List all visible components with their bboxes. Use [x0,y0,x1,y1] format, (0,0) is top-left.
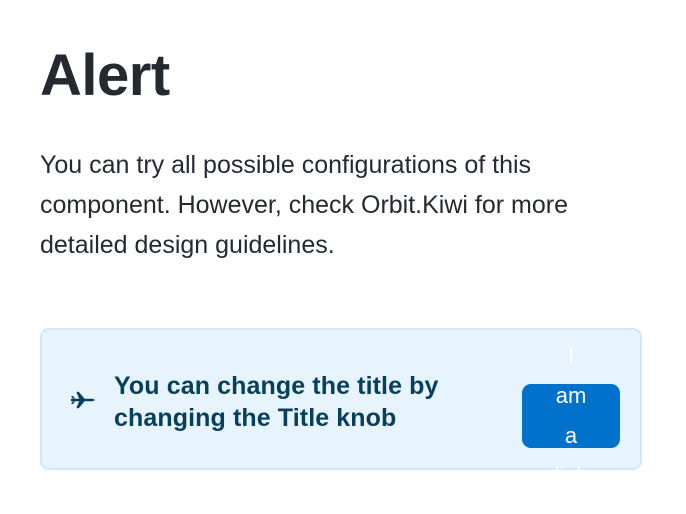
page-title: Alert [40,43,170,108]
page-description: You can try all possible configurations … [40,151,568,259]
airplane-icon [70,391,96,409]
alert-link-label: I am a link [554,343,588,488]
alert-title: You can change the title by changing the… [114,372,439,432]
alert-link-button[interactable]: I am a link [522,343,620,488]
info-alert: You can change the title by changing the… [40,328,642,488]
